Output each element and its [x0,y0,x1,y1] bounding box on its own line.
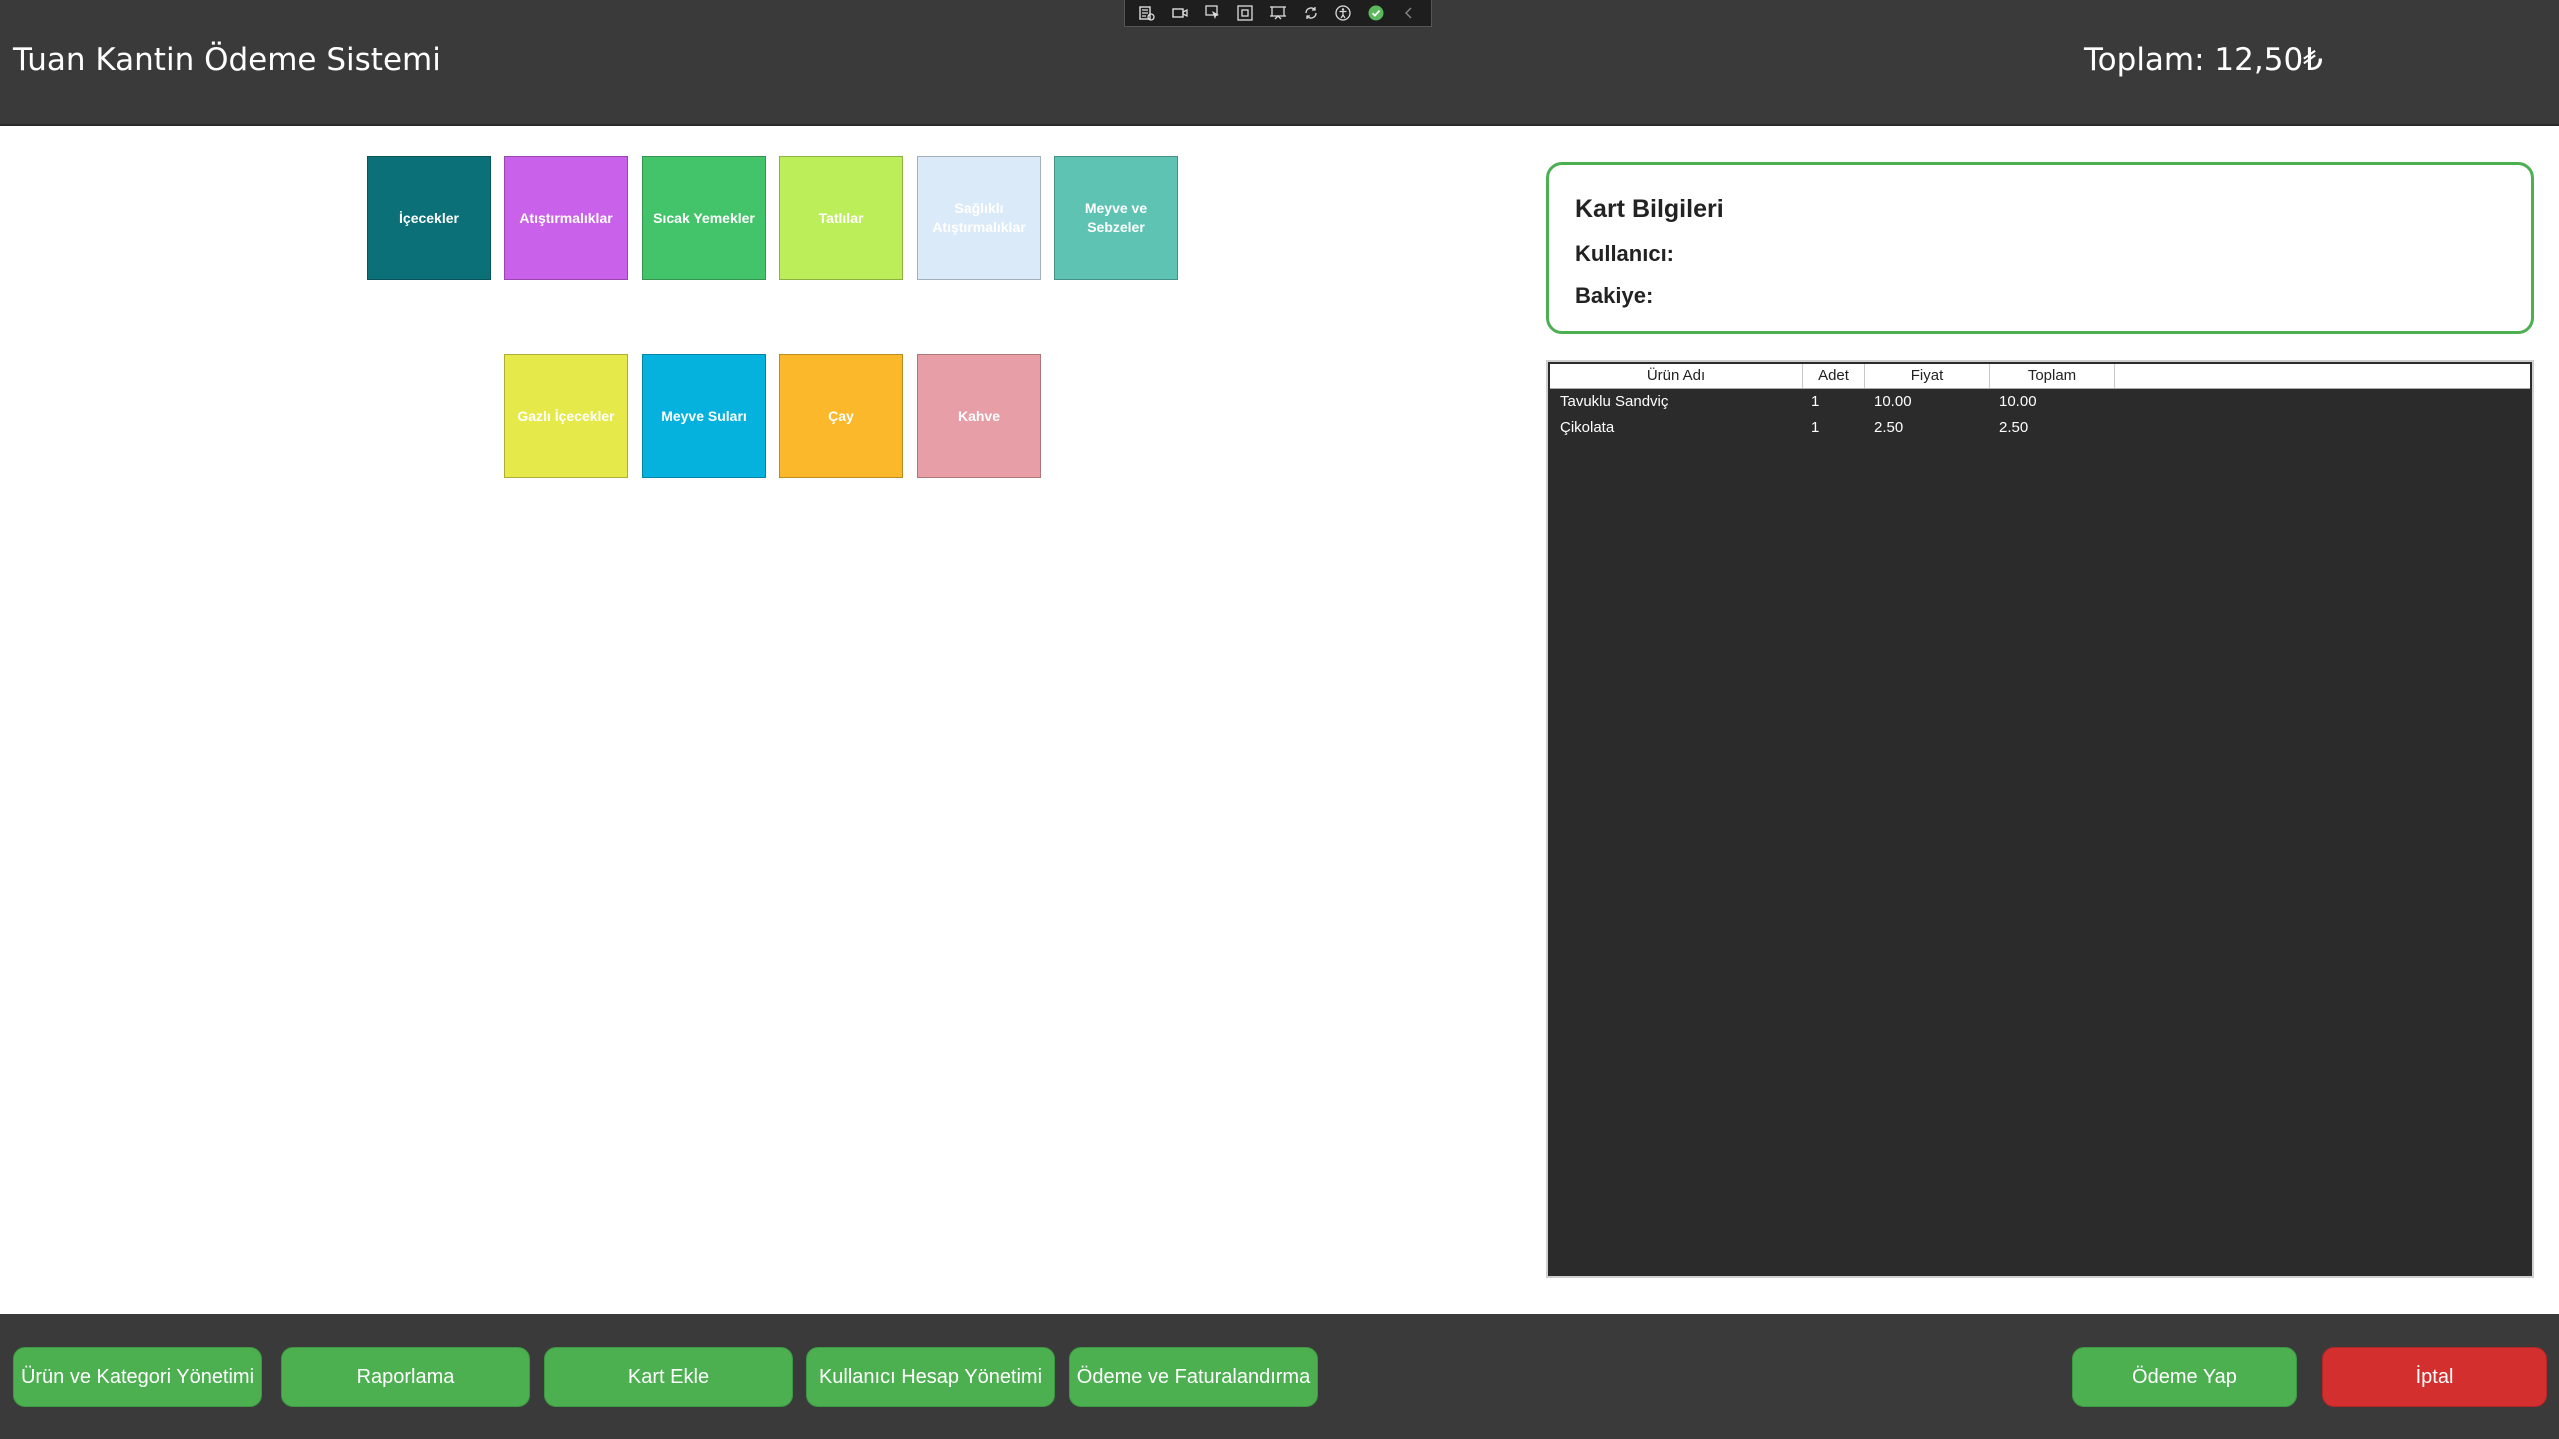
category-tile-label: Sıcak Yemekler [653,209,755,226]
cell-product-name: Tavuklu Sandviç [1560,393,1669,410]
add-card-button[interactable]: Kart Ekle [544,1347,793,1407]
card-balance-label: Bakiye: [1575,283,1654,308]
category-tile-label: Kahve [957,407,1001,424]
card-user-label: Kullanıcı: [1575,241,1675,266]
select-element-icon[interactable] [1202,2,1224,24]
debug-toolbar [1124,0,1432,27]
track-focus-icon[interactable] [1267,2,1289,24]
category-tile-kahve[interactable]: Kahve [917,354,1041,478]
cell-total: 2.50 [1999,419,2029,436]
table-row[interactable]: Tavuklu Sandviç 1 10.00 10.00 [1550,389,2530,415]
footer-bar: Ürün ve Kategori Yönetimi Raporlama Kart… [0,1314,2559,1439]
video-icon[interactable] [1169,2,1191,24]
category-tile-label: Çay [828,407,854,424]
category-tile-meyve-ve-sebzeler[interactable]: Meyve ve Sebzeler [1054,156,1178,280]
live-visual-tree-icon[interactable] [1136,2,1158,24]
reporting-button[interactable]: Raporlama [281,1347,530,1407]
cell-quantity: 1 [1811,419,1820,436]
cell-quantity: 1 [1811,393,1820,410]
cell-total: 10.00 [1999,393,2037,410]
app-title: Tuan Kantin Ödeme Sistemi [13,42,441,78]
category-tile-meyve-sulari[interactable]: Meyve Suları [642,354,766,478]
cell-product-name: Çikolata [1560,419,1615,436]
category-tile-saglikli-atistirmaliklar[interactable]: Sağlıklı Atıştırmalıklar [917,156,1041,280]
display-adorners-icon[interactable] [1234,2,1256,24]
cancel-button[interactable]: İptal [2322,1347,2547,1407]
cell-price: 10.00 [1874,393,1912,410]
cart-grid-header: Ürün Adı Adet Fiyat Toplam [1550,364,2530,389]
category-tile-label: Gazlı İçecekler [517,407,615,424]
cart-grid[interactable]: Ürün Adı Adet Fiyat Toplam Tavuklu Sandv… [1546,360,2534,1278]
payment-billing-button[interactable]: Ödeme ve Faturalandırma [1069,1347,1318,1407]
category-tile-icecekler[interactable]: İçecekler [367,156,491,280]
column-header-price[interactable]: Fiyat [1865,364,1990,388]
app-header: Tuan Kantin Ödeme Sistemi Toplam: 12,50₺ [0,0,2559,126]
column-header-total[interactable]: Toplam [1990,364,2115,388]
category-tile-cay[interactable]: Çay [779,354,903,478]
table-row[interactable]: Çikolata 1 2.50 2.50 [1550,415,2530,441]
category-tile-label: İçecekler [399,209,459,226]
cell-price: 2.50 [1874,419,1904,436]
category-tile-label: Meyve Suları [661,407,747,424]
card-info-title: Kart Bilgileri [1575,195,1724,223]
accessibility-icon[interactable] [1332,2,1354,24]
user-account-management-button[interactable]: Kullanıcı Hesap Yönetimi [806,1347,1055,1407]
category-tile-sicak-yemekler[interactable]: Sıcak Yemekler [642,156,766,280]
cart-total: Toplam: 12,50₺ [2084,42,2323,78]
pay-button[interactable]: Ödeme Yap [2072,1347,2297,1407]
category-tile-label: Tatlılar [818,209,864,226]
category-tile-label: Sağlıklı Atıştırmalıklar [932,200,1026,235]
card-info-panel: Kart Bilgileri Kullanıcı: Bakiye: [1546,162,2534,334]
collapse-chevron-icon[interactable] [1398,2,1420,24]
category-tile-gazli-icecekler[interactable]: Gazlı İçecekler [504,354,628,478]
column-header-product-name[interactable]: Ürün Adı [1550,364,1803,388]
category-tile-label: Atıştırmalıklar [519,209,613,226]
checkmark-icon[interactable] [1365,2,1387,24]
column-header-quantity[interactable]: Adet [1803,364,1865,388]
category-tile-atistirmaliklar[interactable]: Atıştırmalıklar [504,156,628,280]
hot-reload-icon[interactable] [1300,2,1322,24]
category-tile-label: Meyve ve Sebzeler [1084,200,1148,235]
category-tile-tatlilar[interactable]: Tatlılar [779,156,903,280]
product-category-management-button[interactable]: Ürün ve Kategori Yönetimi [13,1347,262,1407]
